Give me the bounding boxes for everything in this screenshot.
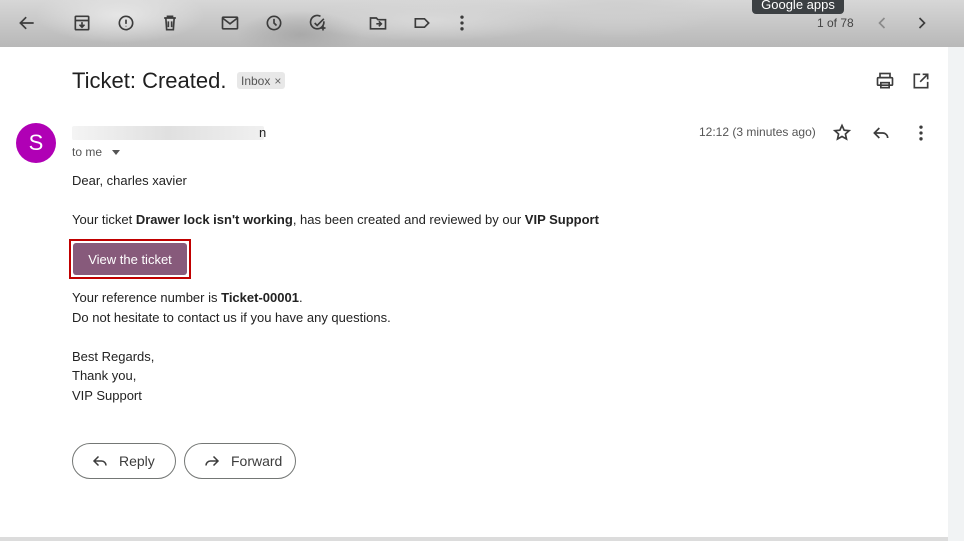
pager-count: 1 of 78 (817, 16, 854, 30)
avatar[interactable]: S (16, 123, 56, 163)
delete-icon[interactable] (158, 11, 182, 35)
report-spam-icon[interactable] (114, 11, 138, 35)
ticket-created-line: Your ticket Drawer lock isn't working, h… (72, 212, 599, 227)
reference-number: Ticket-00001 (221, 290, 299, 305)
email-subject: Ticket: Created. (72, 68, 227, 93)
inbox-label-chip[interactable]: Inbox × (237, 72, 286, 89)
open-in-new-window-icon[interactable] (911, 71, 933, 93)
reply-icon (92, 455, 107, 467)
recipient-text: to me (72, 145, 103, 159)
ticket-name: Drawer lock isn't working (135, 212, 293, 227)
view-ticket-highlight: View the ticket (69, 239, 191, 279)
reply-button[interactable]: Reply (72, 443, 176, 479)
scrollbar[interactable] (948, 47, 964, 541)
print-icon[interactable] (875, 71, 897, 93)
reference-line: Your reference number is Ticket-00001. (72, 290, 303, 305)
bottom-divider (0, 537, 948, 541)
email-view: Ticket: Created. Inbox × S n to me 12:12… (0, 47, 948, 537)
google-apps-tooltip: Google apps (752, 0, 844, 14)
star-icon[interactable] (832, 123, 854, 145)
reply-button-label: Reply (119, 453, 155, 469)
forward-icon (205, 455, 220, 467)
toolbar: 1 of 78 Google apps (0, 0, 964, 47)
chevron-right-icon[interactable] (910, 11, 934, 35)
chevron-down-icon (112, 149, 121, 155)
more-vert-icon[interactable] (911, 123, 933, 145)
forward-button-label: Forward (231, 453, 283, 469)
recipient-details[interactable]: to me (72, 145, 121, 159)
add-task-icon[interactable] (306, 11, 330, 35)
mail-icon[interactable] (218, 11, 242, 35)
view-ticket-button[interactable]: View the ticket (73, 243, 187, 275)
email-timestamp: 12:12 (3 minutes ago) (699, 125, 816, 139)
archive-icon[interactable] (70, 11, 94, 35)
arrow-back-icon[interactable] (15, 11, 39, 35)
clock-icon[interactable] (262, 11, 286, 35)
remove-label-icon[interactable]: × (274, 74, 281, 88)
sender-name-redacted (72, 126, 264, 140)
ticket-line-middle: , has been created and reviewed by our (292, 212, 525, 227)
closing-thanks: Thank you, (72, 368, 137, 383)
forward-button[interactable]: Forward (184, 443, 296, 479)
signature: VIP Support (72, 388, 142, 403)
closing-regards: Best Regards, (72, 349, 155, 364)
support-team-name: VIP Support (524, 212, 599, 227)
label-icon[interactable] (410, 11, 434, 35)
reference-prefix: Your reference number is (72, 290, 222, 305)
contact-line: Do not hesitate to contact us if you hav… (72, 310, 391, 325)
sender-name-tail: n (259, 125, 267, 140)
move-to-icon[interactable] (366, 11, 390, 35)
more-vert-icon[interactable] (450, 11, 474, 35)
ticket-line-prefix: Your ticket (72, 212, 136, 227)
reference-suffix: . (298, 290, 303, 305)
reply-icon[interactable] (871, 123, 893, 145)
greeting: Dear, charles xavier (72, 173, 187, 188)
label-chip-text: Inbox (241, 73, 271, 88)
chevron-left-icon[interactable] (870, 11, 894, 35)
